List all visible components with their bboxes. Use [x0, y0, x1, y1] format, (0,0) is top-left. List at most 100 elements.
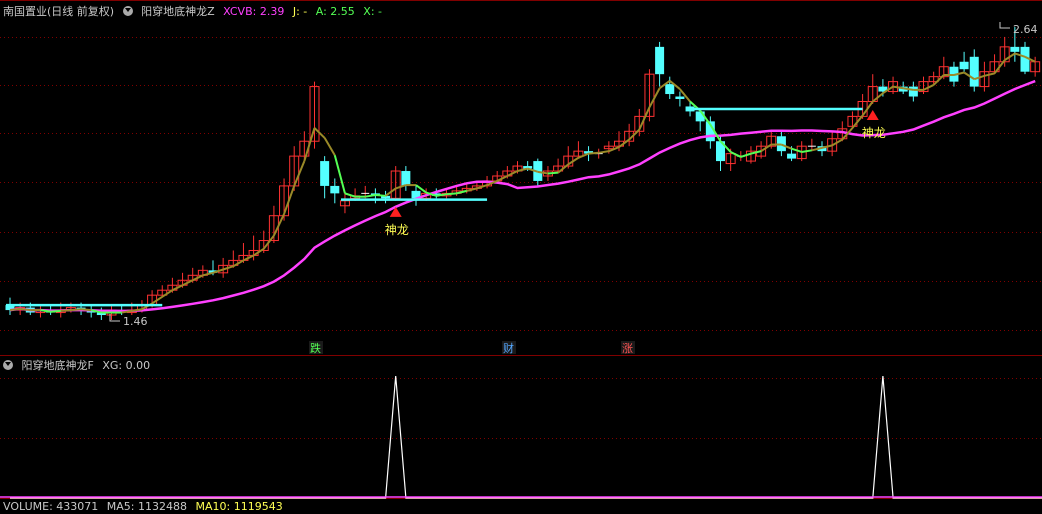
ma-short-segment [618, 138, 630, 148]
ma-short-segment [801, 149, 813, 153]
ma-short-segment [375, 194, 386, 197]
ma-short-segment [1004, 52, 1016, 61]
ma-short-segment [740, 152, 752, 158]
ma-short-segment [70, 308, 82, 312]
candle-body [1010, 46, 1020, 52]
ma-short-segment [303, 127, 316, 162]
ma-short-segment [831, 138, 843, 147]
xcvb-value: XCVB: 2.39 [223, 5, 285, 18]
ma-short-segment [243, 254, 255, 262]
candle [655, 41, 665, 87]
ma-short-segment [638, 106, 651, 131]
signal-label: 神龙 [862, 126, 886, 140]
candle-body [969, 56, 979, 87]
ma-short-segment [262, 234, 275, 250]
candle [665, 76, 675, 100]
ma-short-segment [730, 151, 742, 158]
ma-short-segment [50, 309, 61, 313]
ma-short-segment [384, 187, 397, 197]
ma-short-segment [598, 150, 610, 154]
event-marker-zhang: 涨 [622, 342, 633, 355]
ma-short-segment [272, 213, 285, 237]
ma-short-segment [679, 88, 691, 103]
candle-body [523, 166, 533, 169]
ma-short-segment [588, 151, 599, 155]
candle-body [330, 185, 340, 194]
candle-body [655, 46, 665, 75]
xg-signal-line [10, 375, 1042, 499]
candle [390, 166, 401, 201]
ma-short-segment [20, 307, 31, 312]
ma-short-segment [344, 192, 356, 198]
volume-value: VOLUME: 433071 [3, 500, 99, 513]
candle [847, 111, 858, 129]
signal-label: 神龙 [385, 223, 409, 237]
ma-short-segment [202, 271, 214, 277]
xg-value: XG: 0.00 [102, 359, 151, 372]
ma-short-segment [547, 171, 559, 175]
sub-chart-header: 阳穿地底神龙F XG: 0.00 [3, 359, 155, 373]
candle [330, 178, 340, 204]
high-price-label: 2.64 [1013, 23, 1038, 36]
high-pointer [999, 22, 1010, 29]
ma-short-segment [872, 92, 884, 103]
ma-short-segment [161, 289, 173, 298]
ma-short-segment [365, 194, 376, 198]
candle [969, 49, 979, 92]
j-value: J: - [292, 5, 308, 18]
ma-short-segment [395, 184, 407, 190]
ma-short-segment [648, 87, 661, 108]
candle [411, 185, 421, 206]
ma-short-segment [9, 307, 21, 312]
ma5-value: MA5: 1132488 [106, 500, 187, 513]
low-price-label: 1.46 [123, 315, 148, 328]
ma-short-segment [293, 160, 306, 187]
ma-short-segment [506, 170, 518, 177]
ma-short-segment [567, 156, 579, 166]
candle [959, 51, 969, 72]
price-chart[interactable]: 2.641.46神龙神龙跌财涨 [0, 0, 1042, 509]
ma-short-segment [517, 167, 528, 172]
candle [299, 131, 310, 162]
ma-short-segment [253, 247, 265, 257]
sub-indicator-menu-icon[interactable] [3, 360, 13, 370]
signal-triangle [866, 109, 879, 120]
main-chart-header: 南国置业(日线 前复权) 阳穿地底神龙Z XCVB: 2.39 J: - A: … [3, 5, 387, 19]
ma-short-segment [323, 137, 336, 156]
volume-header: VOLUME: 433071 MA5: 1132488 MA10: 111954… [3, 500, 288, 514]
ma10-value: MA10: 1119543 [195, 500, 283, 513]
ma-short-segment [821, 144, 833, 149]
ma-short-segment [791, 147, 803, 153]
ma-short-segment [232, 259, 244, 268]
candle [320, 156, 330, 199]
ma-short-segment [222, 265, 234, 271]
event-marker-die: 跌 [310, 341, 321, 355]
candle-body [320, 161, 330, 186]
ma-short-segment [496, 175, 508, 182]
candle-body [401, 171, 411, 186]
candle [339, 193, 350, 214]
ma-short-segment [151, 295, 163, 305]
ma-long-line [9, 79, 1036, 313]
ma-short-segment [760, 143, 772, 152]
ma-short-segment [60, 309, 71, 312]
indicator-name[interactable]: 阳穿地底神龙Z [141, 5, 215, 18]
event-marker-cai: 财 [503, 341, 514, 355]
ma-short-segment [984, 72, 995, 77]
ma-short-segment [283, 185, 296, 215]
candle [999, 36, 1010, 67]
ma-short-segment [313, 127, 326, 139]
a-value: A: 2.55 [315, 5, 355, 18]
sub-indicator-name[interactable]: 阳穿地底神龙F [22, 359, 94, 372]
ma-short-segment [171, 284, 183, 292]
stock-title: 南国置业(日线 前复权) [3, 5, 115, 18]
candle [989, 54, 1000, 75]
ma-short-segment [80, 308, 92, 312]
candle-body [787, 153, 797, 159]
indicator-menu-icon[interactable] [122, 6, 133, 16]
x-value: X: - [363, 5, 382, 18]
candle-body [959, 61, 969, 70]
candle-body [675, 96, 685, 100]
candle [268, 205, 279, 244]
candle [908, 81, 918, 102]
